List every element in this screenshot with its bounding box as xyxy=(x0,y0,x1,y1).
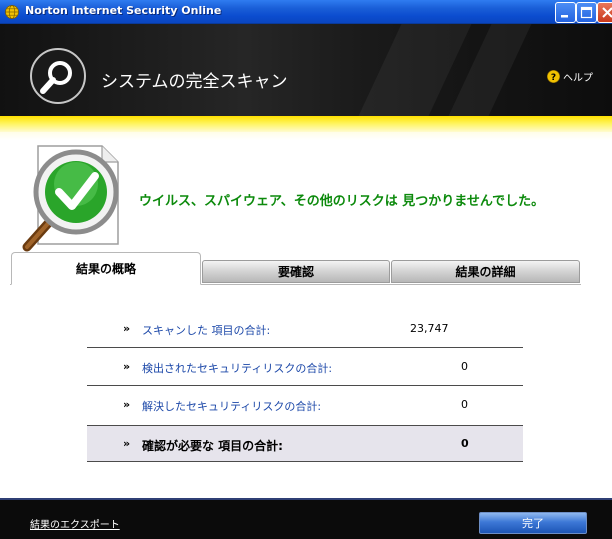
maximize-button[interactable] xyxy=(576,2,597,23)
minimize-button[interactable] xyxy=(555,2,576,23)
row-bullet: » xyxy=(123,437,131,450)
window-titlebar: Norton Internet Security Online xyxy=(0,0,612,24)
minimize-icon xyxy=(561,15,568,18)
maximize-icon xyxy=(580,6,593,19)
row-value: 23,747 xyxy=(410,322,449,335)
summary-row-needs-attention: » 確認が必要な 項目の合計: 0 xyxy=(87,425,523,462)
row-label: 検出されたセキュリティリスクの合計: xyxy=(142,362,333,375)
tab-summary[interactable]: 結果の概略 xyxy=(11,252,201,285)
summary-row-items-scanned: » スキャンした 項目の合計: 23,747 xyxy=(87,311,523,348)
row-label: 解決したセキュリティリスクの合計: xyxy=(142,400,322,413)
tab-details[interactable]: 結果の詳細 xyxy=(391,260,580,283)
tab-label: 要確認 xyxy=(277,265,314,279)
done-button-label: 完了 xyxy=(522,517,544,530)
row-bullet: » xyxy=(123,360,131,373)
done-button[interactable]: 完了 xyxy=(479,512,587,534)
help-question-icon: ? xyxy=(547,70,560,83)
tab-label: 結果の詳細 xyxy=(455,265,516,279)
accent-band xyxy=(0,116,612,132)
globe-icon xyxy=(5,5,19,19)
tab-needs-attention[interactable]: 要確認 xyxy=(202,260,390,283)
svg-text:?: ? xyxy=(551,73,556,83)
row-value: 0 xyxy=(461,398,468,411)
row-value: 0 xyxy=(461,360,468,373)
accent-fade xyxy=(0,132,612,140)
tab-label: 結果の概略 xyxy=(75,262,136,276)
close-button[interactable] xyxy=(597,2,612,23)
row-bullet: » xyxy=(123,398,131,411)
row-bullet: » xyxy=(123,322,131,335)
footer-bar: 結果のエクスポート 完了 xyxy=(0,498,612,539)
row-label: スキャンした 項目の合計: xyxy=(142,324,271,337)
help-label: ヘルプ xyxy=(563,73,593,84)
page-title: システムの完全スキャン xyxy=(101,72,288,92)
export-results-link[interactable]: 結果のエクスポート xyxy=(30,516,120,531)
row-label: 確認が必要な 項目の合計: xyxy=(142,439,283,453)
help-link[interactable]: ? ヘルプ xyxy=(547,69,593,84)
magnifier-icon xyxy=(30,48,86,104)
summary-row-risks-detected: » 検出されたセキュリティリスクの合計: 0 xyxy=(87,349,523,386)
close-icon xyxy=(602,7,612,18)
green-checkmark-document-icon xyxy=(22,145,119,252)
row-value: 0 xyxy=(461,437,469,450)
summary-row-risks-resolved: » 解決したセキュリティリスクの合計: 0 xyxy=(87,387,523,424)
scan-header: システムの完全スキャン ? ヘルプ xyxy=(0,24,612,116)
result-message: ウイルス、スパイウェア、その他のリスクは 見つかりませんでした。 xyxy=(139,194,545,209)
window-title: Norton Internet Security Online xyxy=(25,4,222,17)
